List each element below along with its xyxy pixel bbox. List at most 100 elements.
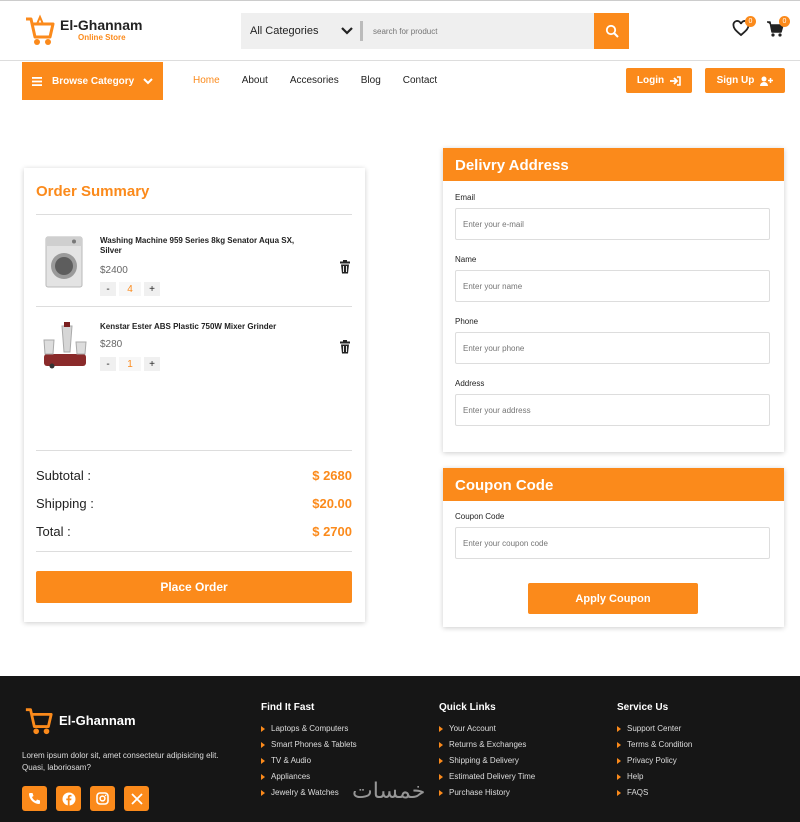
shopping-cart-logo-icon: [26, 14, 55, 45]
x-twitter-icon: [130, 792, 143, 805]
search-bar: All Categories: [241, 13, 629, 49]
delivery-address-card: Delivry Address Email Name Phone Address: [443, 148, 784, 452]
name-label: Name: [455, 255, 477, 264]
cart-button[interactable]: 0: [766, 16, 790, 40]
shopping-cart-logo-icon: [25, 708, 53, 735]
place-order-button[interactable]: Place Order: [36, 571, 352, 603]
order-summary-card: Order Summary Washing Machine 959 Series…: [24, 168, 365, 622]
name-field[interactable]: [455, 270, 770, 302]
search-button[interactable]: [594, 13, 629, 49]
footer-link[interactable]: TV & Audio: [261, 756, 357, 765]
footer: El-Ghannam Lorem ipsum dolor sit, amet c…: [0, 676, 800, 822]
nav-links: Home About Accesories Blog Contact: [193, 75, 459, 86]
footer-about-text: Lorem ipsum dolor sit, amet consectetur …: [22, 751, 219, 772]
chevron-down-icon: [143, 77, 153, 84]
footer-link[interactable]: Estimated Delivery Time: [439, 772, 535, 781]
order-summary-title: Order Summary: [36, 183, 150, 200]
total-value: $ 2700: [312, 524, 352, 539]
footer-column-find-it-fast: Find It Fast Laptops & Computers Smart P…: [261, 702, 357, 804]
footer-link[interactable]: Purchase History: [439, 788, 535, 797]
footer-link[interactable]: Your Account: [439, 724, 535, 733]
email-label: Email: [455, 193, 476, 202]
login-button[interactable]: Login: [626, 68, 692, 93]
phone-label: Phone: [455, 317, 479, 326]
footer-link[interactable]: Jewelry & Watches: [261, 788, 357, 797]
phone-field[interactable]: [455, 332, 770, 364]
nav-link-about[interactable]: About: [242, 75, 268, 86]
facebook-social-button[interactable]: [56, 786, 81, 811]
washing-machine-image: [45, 236, 83, 288]
subtotal-label: Subtotal :: [36, 468, 91, 483]
login-label: Login: [636, 75, 665, 86]
sign-in-icon: [670, 75, 681, 86]
instagram-social-button[interactable]: [90, 786, 115, 811]
coupon-code-field[interactable]: [455, 527, 770, 559]
phone-social-button[interactable]: [22, 786, 47, 811]
search-icon: [605, 24, 619, 38]
address-field[interactable]: [455, 394, 770, 426]
cart-item-name: Kenstar Ester ABS Plastic 750W Mixer Gri…: [100, 322, 277, 331]
cart-item-name: Washing Machine 959 Series 8kg Senator A…: [100, 236, 295, 256]
wishlist-count-badge: 0: [745, 16, 756, 27]
total-label: Total :: [36, 524, 71, 539]
signup-label: Sign Up: [716, 75, 755, 86]
nav-link-blog[interactable]: Blog: [361, 75, 381, 86]
social-links: [22, 786, 149, 811]
watermark: خمسات: [352, 779, 426, 804]
subtotal-value: $ 2680: [312, 468, 352, 483]
email-field[interactable]: [455, 208, 770, 240]
footer-brand-logo[interactable]: El-Ghannam: [24, 704, 136, 736]
divider: [36, 551, 352, 552]
footer-link[interactable]: FAQS: [617, 788, 692, 797]
apply-coupon-button[interactable]: Apply Coupon: [528, 583, 698, 614]
divider: [36, 450, 352, 451]
quantity-stepper: - 4 +: [100, 282, 160, 296]
quantity-increase-button[interactable]: +: [144, 357, 160, 371]
nav-link-contact[interactable]: Contact: [403, 75, 437, 86]
browse-category-button[interactable]: Browse Category: [22, 62, 163, 100]
nav-link-home[interactable]: Home: [193, 75, 220, 86]
main-nav: Browse Category Home About Accesories Bl…: [0, 60, 800, 100]
shipping-label: Shipping :: [36, 496, 94, 511]
quantity-decrease-button[interactable]: -: [100, 282, 116, 296]
quantity-stepper: - 1 +: [100, 357, 160, 371]
footer-link[interactable]: Support Center: [617, 724, 692, 733]
quantity-increase-button[interactable]: +: [144, 282, 160, 296]
search-input[interactable]: [363, 13, 594, 49]
signup-button[interactable]: Sign Up: [705, 68, 785, 93]
footer-link[interactable]: Returns & Exchanges: [439, 740, 535, 749]
divider: [36, 306, 352, 307]
footer-link[interactable]: Terms & Condition: [617, 740, 692, 749]
footer-link[interactable]: Appliances: [261, 772, 357, 781]
shipping-row: Shipping : $20.00: [36, 496, 352, 511]
nav-link-accesories[interactable]: Accesories: [290, 75, 339, 86]
total-row: Total : $ 2700: [36, 524, 352, 539]
chevron-down-icon: [341, 27, 353, 35]
wishlist-button[interactable]: 0: [732, 16, 756, 40]
x-social-button[interactable]: [124, 786, 149, 811]
coupon-code-card: Coupon Code Coupon Code Apply Coupon: [443, 468, 784, 627]
menu-icon: [32, 76, 42, 86]
brand-logo[interactable]: El-Ghannam Online Store: [24, 13, 142, 47]
trash-icon[interactable]: [338, 340, 352, 354]
footer-column-title: Quick Links: [439, 702, 496, 713]
footer-link[interactable]: Privacy Policy: [617, 756, 692, 765]
quantity-decrease-button[interactable]: -: [100, 357, 116, 371]
cart-item: Washing Machine 959 Series 8kg Senator A…: [36, 228, 352, 302]
footer-column-title: Service Us: [617, 702, 669, 713]
cart-count-badge: 0: [779, 16, 790, 27]
phone-icon: [29, 793, 40, 804]
divider: [36, 214, 352, 215]
user-plus-icon: [760, 76, 774, 86]
delivery-address-title: Delivry Address: [443, 148, 784, 181]
quantity-value[interactable]: 4: [119, 282, 141, 296]
trash-icon[interactable]: [338, 260, 352, 274]
footer-link[interactable]: Laptops & Computers: [261, 724, 357, 733]
cart-item: Kenstar Ester ABS Plastic 750W Mixer Gri…: [36, 316, 352, 390]
footer-link[interactable]: Shipping & Delivery: [439, 756, 535, 765]
footer-link[interactable]: Help: [617, 772, 692, 781]
footer-column-title: Find It Fast: [261, 702, 315, 713]
category-select[interactable]: All Categories: [241, 13, 363, 49]
quantity-value[interactable]: 1: [119, 357, 141, 371]
footer-link[interactable]: Smart Phones & Tablets: [261, 740, 357, 749]
